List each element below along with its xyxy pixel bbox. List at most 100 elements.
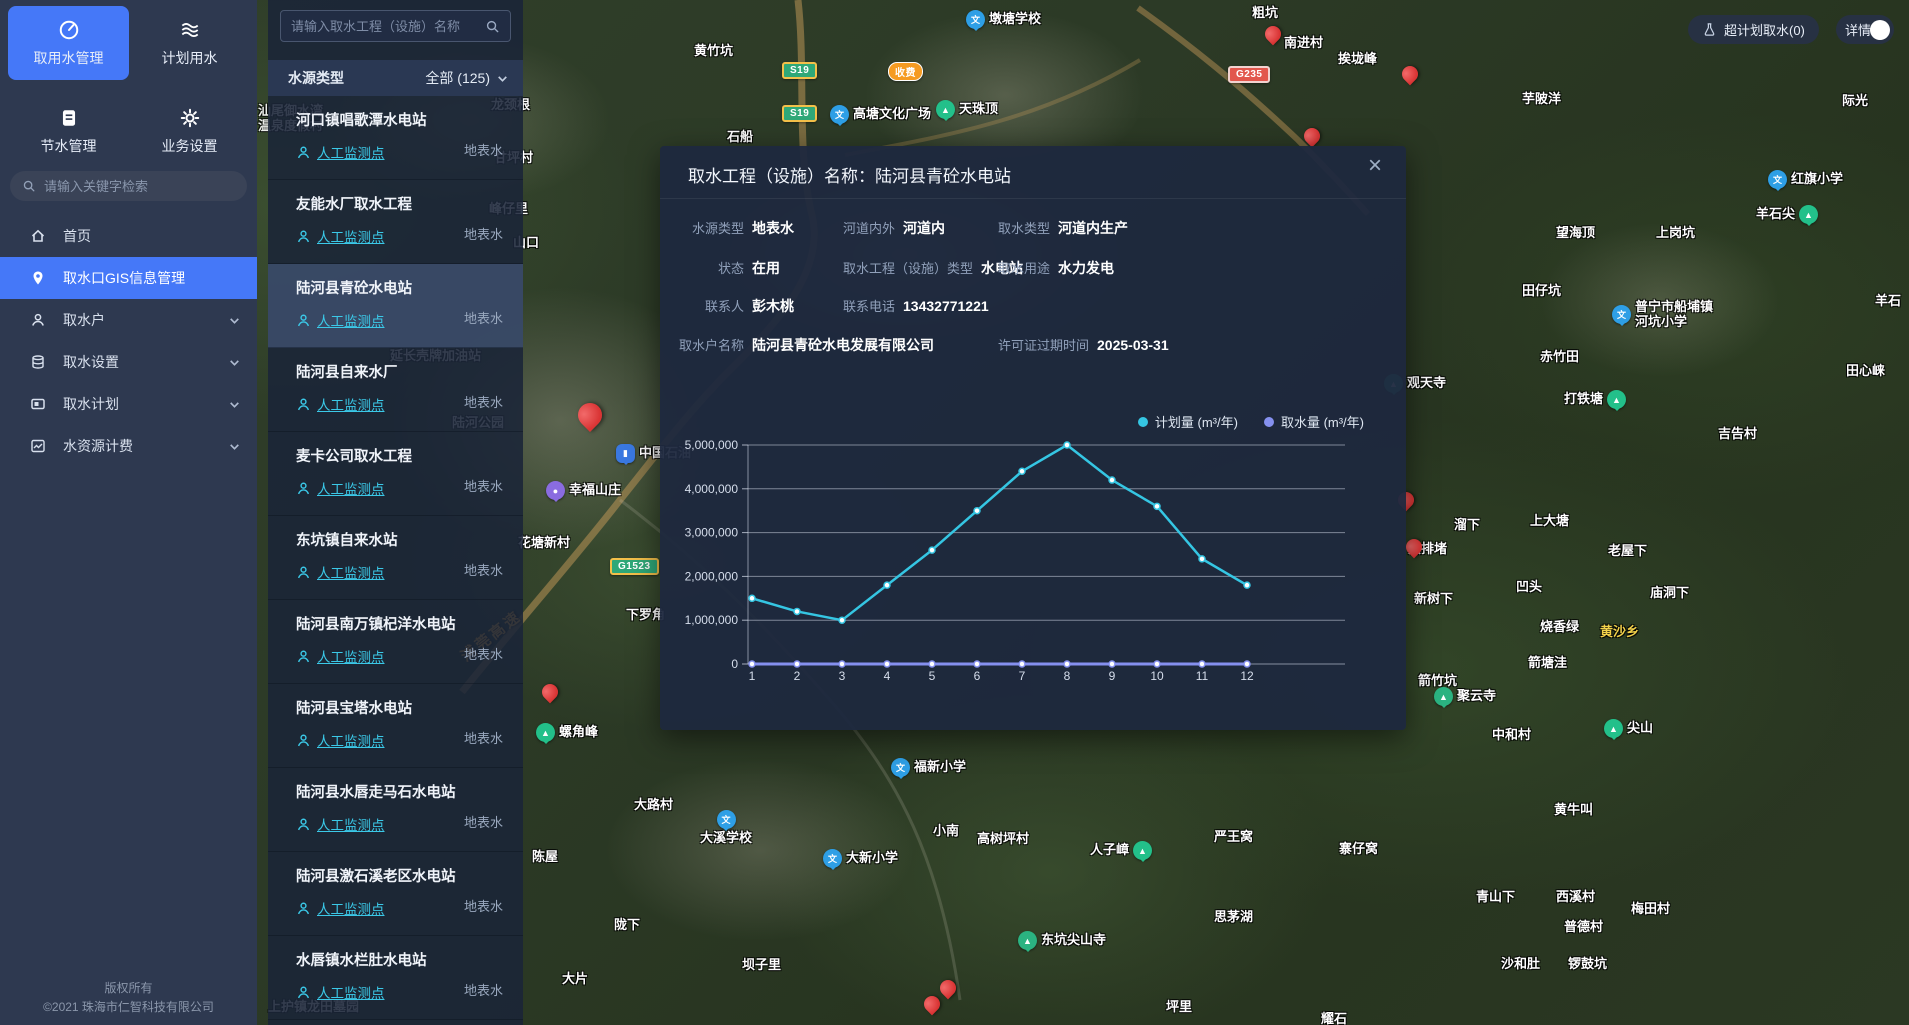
monitor-type-link[interactable]: 人工监测点 <box>317 814 385 834</box>
map-poi: 打铁塘▲ <box>1564 390 1626 409</box>
svg-text:8: 8 <box>1064 669 1071 683</box>
sidebar-item-2[interactable]: 取水户 <box>0 299 257 341</box>
sidebar-item-0[interactable]: 首页 <box>0 215 257 257</box>
map-place-label: 大路村 <box>634 794 673 813</box>
monitor-type-link[interactable]: 人工监测点 <box>317 562 385 582</box>
station-list-item[interactable]: 麦卡公司取水工程人工监测点地表水 <box>268 432 523 516</box>
copyright: 版权所有 ©2021 珠海市仁智科技有限公司 <box>0 979 257 1017</box>
station-list-item[interactable]: 陆河县南万镇杞洋水电站人工监测点地表水 <box>268 600 523 684</box>
module-waves[interactable]: 计划用水 <box>129 6 250 80</box>
station-list-item[interactable]: 陆河县激石溪老区水电站人工监测点地表水 <box>268 852 523 936</box>
over-plan-intake-badge[interactable]: 超计划取水(0) <box>1688 15 1819 44</box>
station-list-item[interactable]: 友能水厂取水工程人工监测点地表水 <box>268 180 523 264</box>
map-poi: 文福新小学 <box>891 758 966 777</box>
school-poi-icon[interactable]: 文 <box>891 758 910 777</box>
field-cell: 河道内外河道内 <box>843 218 945 238</box>
billing-icon <box>30 438 46 454</box>
monitor-type-link[interactable]: 人工监测点 <box>317 730 385 750</box>
gauge-icon <box>58 19 80 41</box>
legend-item[interactable]: 取水量 (m³/年) <box>1264 412 1364 431</box>
module-label: 节水管理 <box>41 136 97 156</box>
filter-value: 全部 (125) <box>425 68 490 88</box>
modal-title: 取水工程（设施）名称：陆河县青砼水电站 <box>688 162 1011 187</box>
temple-poi-icon[interactable]: ▲ <box>1018 931 1037 950</box>
monitor-type-link[interactable]: 人工监测点 <box>317 478 385 498</box>
map-poi: 文普宁市船埔镇河坑小学 <box>1612 300 1713 330</box>
mountain-poi-icon[interactable]: ▲ <box>1607 390 1626 409</box>
module-gauge[interactable]: 取用水管理 <box>8 6 129 80</box>
map-place-label: 际光 <box>1842 90 1868 109</box>
field-label: 状态 <box>666 258 744 277</box>
monitor-type-link[interactable]: 人工监测点 <box>317 982 385 1002</box>
map-poi-label: 幸福山庄 <box>569 483 621 498</box>
station-list-item[interactable]: 东坑镇自来水站人工监测点地表水 <box>268 516 523 600</box>
module-gear[interactable]: 业务设置 <box>129 94 250 168</box>
map-place-label: 田心崃 <box>1846 360 1885 379</box>
module-document[interactable]: 节水管理 <box>8 94 129 168</box>
field-value: 水力发电 <box>1058 258 1114 278</box>
map-place-label: 高树坪村 <box>977 828 1029 847</box>
over-plan-intake-label: 超计划取水(0) <box>1724 20 1805 39</box>
road-badge: S19 <box>782 105 817 122</box>
sidebar-item-5[interactable]: 水资源计费 <box>0 425 257 467</box>
svg-text:5: 5 <box>929 669 936 683</box>
station-list-item[interactable]: 陆河县青砼水电站人工监测点地表水 <box>268 264 523 348</box>
monitor-type-link[interactable]: 人工监测点 <box>317 310 385 330</box>
water-source-label: 地表水 <box>464 140 503 159</box>
resort-poi-icon[interactable]: ● <box>546 481 565 500</box>
mountain-poi-icon[interactable]: ▲ <box>1799 205 1818 224</box>
field-cell: 取水工程（设施）类型水电站 <box>843 258 1023 278</box>
station-list-item[interactable]: 水唇镇水栏肚水电站人工监测点地表水 <box>268 936 523 1020</box>
station-list-item[interactable]: 陆河县水唇走马石水电站人工监测点地表水 <box>268 768 523 852</box>
close-icon[interactable]: × <box>1368 154 1382 178</box>
map-place-label: 中和村 <box>1492 724 1531 743</box>
monitor-type-link[interactable]: 人工监测点 <box>317 142 385 162</box>
school-poi-icon[interactable]: 文 <box>717 810 736 829</box>
school-poi-icon[interactable]: 文 <box>830 105 849 124</box>
map-place-label: 上岗坑 <box>1656 222 1695 241</box>
map-poi: 文高塘文化广场 <box>830 105 931 124</box>
mountain-poi-icon[interactable]: ▲ <box>536 723 555 742</box>
mountain-poi-icon[interactable]: ▲ <box>936 100 955 119</box>
map-poi: 文大溪学校 <box>700 810 752 846</box>
station-list-item[interactable]: 陆河县宝塔水电站人工监测点地表水 <box>268 684 523 768</box>
legend-item[interactable]: 计划量 (m³/年) <box>1138 412 1238 431</box>
map-place-label: 花塘新村 <box>518 532 570 551</box>
school-poi-icon[interactable]: 文 <box>823 849 842 868</box>
station-list-item[interactable]: 河口镇唱歌潭水电站人工监测点地表水 <box>268 96 523 180</box>
station-name: 麦卡公司取水工程 <box>296 445 523 466</box>
toggle-knob[interactable] <box>1870 20 1890 40</box>
detail-toggle[interactable]: 详情 <box>1836 15 1894 44</box>
monitor-type-link[interactable]: 人工监测点 <box>317 226 385 246</box>
station-list-item[interactable]: 陆河县自来水厂人工监测点地表水 <box>268 348 523 432</box>
legend-dot <box>1138 417 1148 427</box>
school-poi-icon[interactable]: 文 <box>966 10 985 29</box>
school-poi-icon[interactable]: 文 <box>1612 305 1631 324</box>
station-name: 陆河县青砼水电站 <box>296 277 523 298</box>
svg-text:4,000,000: 4,000,000 <box>685 482 739 496</box>
sidebar-item-3[interactable]: 取水设置 <box>0 341 257 383</box>
waves-icon <box>179 19 201 41</box>
school-poi-icon[interactable]: 文 <box>1768 170 1787 189</box>
person-icon <box>296 481 311 496</box>
monitor-type-link[interactable]: 人工监测点 <box>317 394 385 414</box>
map-poi-label: 尖山 <box>1627 721 1653 736</box>
field-value: 彭木桃 <box>752 296 794 316</box>
sidebar-item-1[interactable]: 取水口GIS信息管理 <box>0 257 257 299</box>
svg-text:6: 6 <box>974 669 981 683</box>
field-cell: 联系人彭木桃 <box>666 296 794 316</box>
map-place-label: 寨仔窝 <box>1339 838 1378 857</box>
sidebar-search-input[interactable] <box>44 179 235 194</box>
flask-icon <box>1702 22 1717 37</box>
gas-poi-icon[interactable]: ▮ <box>616 444 635 463</box>
mountain-poi-icon[interactable]: ▲ <box>1604 719 1623 738</box>
station-search-input[interactable] <box>291 19 485 34</box>
water-source-filter[interactable]: 水源类型 全部 (125) <box>268 60 523 96</box>
monitor-type-link[interactable]: 人工监测点 <box>317 898 385 918</box>
sidebar-item-4[interactable]: 取水计划 <box>0 383 257 425</box>
map-poi-label: 螺角峰 <box>559 725 598 740</box>
search-icon[interactable] <box>485 19 500 34</box>
temple-poi-icon[interactable]: ▲ <box>1434 687 1453 706</box>
monitor-type-link[interactable]: 人工监测点 <box>317 646 385 666</box>
mountain-poi-icon[interactable]: ▲ <box>1133 841 1152 860</box>
